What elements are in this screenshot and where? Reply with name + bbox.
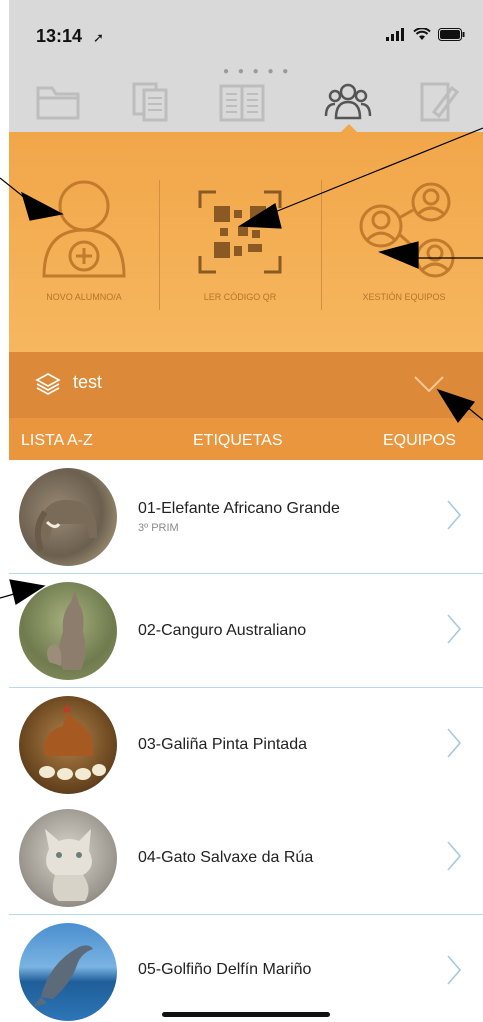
annotation-arrow xyxy=(0,593,15,599)
annotation-arrow xyxy=(269,127,483,215)
annotation-arrowhead xyxy=(9,579,46,605)
annotation-arrowhead xyxy=(21,191,64,221)
annotation-arrowhead xyxy=(378,241,419,269)
annotation-arrowhead xyxy=(436,388,476,424)
annotation-arrowhead xyxy=(238,203,282,229)
annotation-arrows xyxy=(0,127,483,605)
